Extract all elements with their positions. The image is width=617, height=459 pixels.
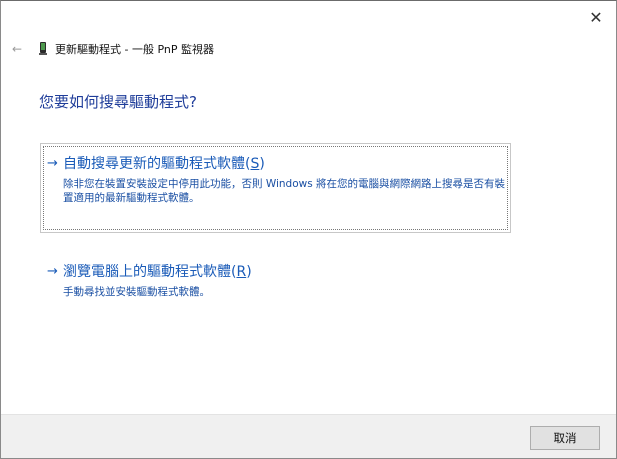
arrow-right-icon: →: [47, 263, 58, 279]
dialog-title: 更新驅動程式 - 一般 PnP 監視器: [55, 43, 214, 56]
browse-label[interactable]: 瀏覽電腦上的驅動程式軟體(R): [63, 261, 252, 281]
auto-search-title[interactable]: → 自動搜尋更新的驅動程式軟體(S): [47, 153, 510, 173]
back-arrow-icon[interactable]: ←: [9, 42, 25, 56]
page-title: 您要如何搜尋驅動程式?: [39, 93, 197, 111]
browse-title[interactable]: → 瀏覽電腦上的驅動程式軟體(R): [47, 261, 510, 281]
browse-description: 手動尋找並安裝驅動程式軟體。: [63, 286, 210, 298]
auto-search-option[interactable]: → 自動搜尋更新的驅動程式軟體(S) 除非您在裝置安裝設定中停用此功能，否則 W…: [40, 143, 511, 233]
close-icon[interactable]: ✕: [586, 7, 606, 27]
auto-search-label[interactable]: 自動搜尋更新的驅動程式軟體(S): [63, 153, 265, 173]
monitor-device-icon: [39, 42, 47, 56]
browse-option[interactable]: → 瀏覽電腦上的驅動程式軟體(R) 手動尋找並安裝驅動程式軟體。: [40, 251, 511, 299]
auto-search-description: 除非您在裝置安裝設定中停用此功能，否則 Windows 將在您的電腦與網際網路上…: [63, 178, 506, 204]
dialog-header: ← 更新驅動程式 - 一般 PnP 監視器: [9, 41, 214, 57]
arrow-right-icon: →: [47, 155, 58, 171]
update-driver-dialog: ✕ ← 更新驅動程式 - 一般 PnP 監視器 您要如何搜尋驅動程式? → 自動…: [0, 0, 617, 459]
dialog-footer: 取消: [1, 414, 616, 458]
cancel-button[interactable]: 取消: [530, 426, 600, 450]
